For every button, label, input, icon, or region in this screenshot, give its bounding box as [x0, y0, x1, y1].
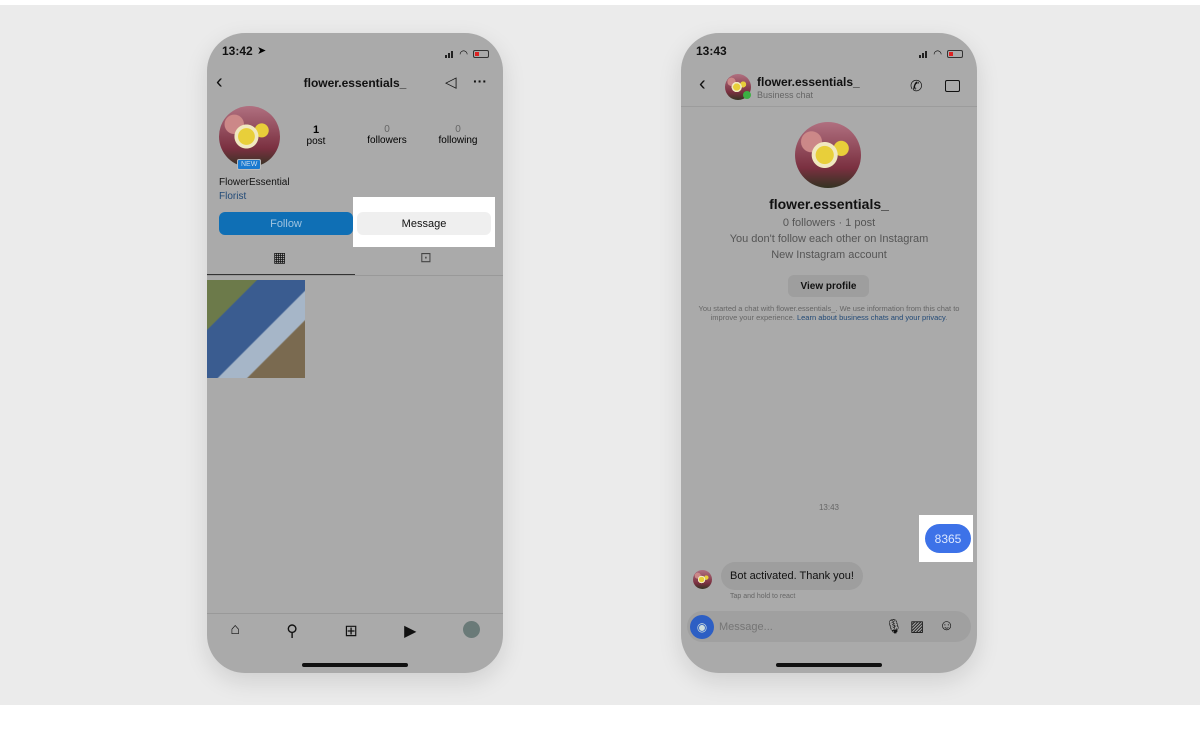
- react-hint: Tap and hold to react: [730, 593, 796, 600]
- received-message-bubble[interactable]: Bot activated. Thank you!: [721, 562, 863, 590]
- follow-button[interactable]: Follow: [219, 212, 353, 235]
- message-button[interactable]: Message: [357, 212, 491, 235]
- stat-followers[interactable]: 0 followers: [341, 124, 433, 147]
- grid-tab-icon[interactable]: ▦: [273, 249, 286, 266]
- account-note: New Instagram account: [771, 249, 887, 261]
- location-icon: ➤: [257, 45, 267, 57]
- status-icons: ◠: [445, 45, 489, 63]
- battery-icon: [947, 50, 963, 58]
- profile-username: flower.essentials_: [303, 76, 407, 90]
- display-name: FlowerEssential: [219, 177, 290, 188]
- send-icon[interactable]: ◁: [445, 73, 457, 91]
- battery-icon: [473, 50, 489, 58]
- nav-divider: [207, 613, 503, 614]
- more-icon[interactable]: ···: [473, 73, 487, 89]
- status-time: 13:43: [696, 44, 727, 58]
- stat-following[interactable]: 0 following: [433, 124, 483, 147]
- chat-subtitle: Business chat: [757, 90, 814, 100]
- privacy-link[interactable]: Learn about business chats and your priv…: [797, 313, 945, 322]
- home-indicator: [302, 663, 408, 667]
- back-icon[interactable]: ‹: [699, 73, 706, 96]
- follow-note: You don't follow each other on Instagram: [729, 233, 929, 245]
- status-icons: ◠: [919, 45, 963, 63]
- stat-posts[interactable]: 1 post: [291, 124, 341, 147]
- chat-username[interactable]: flower.essentials_: [757, 75, 860, 89]
- profile-stats: 1 post 0 followers 0 following: [291, 124, 503, 147]
- wifi-icon: ◠: [933, 48, 942, 60]
- gallery-icon[interactable]: ▨: [910, 617, 924, 635]
- disclaimer: You started a chat with flower.essential…: [698, 304, 960, 322]
- view-profile-button[interactable]: View profile: [788, 275, 869, 297]
- profile-info: 0 followers · 1 post You don't follow ea…: [681, 215, 977, 263]
- divider: [207, 275, 503, 276]
- camera-icon[interactable]: ◉: [690, 615, 714, 639]
- profile-avatar[interactable]: [219, 106, 280, 167]
- video-icon[interactable]: [945, 80, 960, 92]
- search-icon[interactable]: ⚲: [286, 621, 298, 641]
- header-divider: [681, 106, 977, 107]
- tagged-tab-icon[interactable]: ⊡: [420, 249, 432, 266]
- category-label: Florist: [219, 191, 247, 202]
- signal-icon: [919, 45, 928, 63]
- bottom-nav: ⌂ ⚲ ⊞ ▶: [207, 621, 503, 641]
- reels-icon[interactable]: ▶: [404, 621, 416, 641]
- sender-avatar: [693, 570, 712, 589]
- profile-stats: 0 followers · 1 post: [782, 217, 876, 229]
- create-icon[interactable]: ⊞: [344, 621, 357, 641]
- wifi-icon: ◠: [459, 48, 468, 60]
- chat-profile-name: flower.essentials_: [769, 196, 889, 212]
- chat-timestamp: 13:43: [818, 503, 840, 512]
- message-input[interactable]: [719, 618, 869, 636]
- status-time: 13:42: [222, 44, 253, 58]
- sent-message-bubble[interactable]: 8365: [925, 524, 971, 553]
- home-icon[interactable]: ⌂: [230, 621, 240, 641]
- profile-screen: 13:42 ➤ ◠ ‹ flower.essentials_ ◁ ··· NEW…: [207, 33, 503, 673]
- post-thumbnail[interactable]: [207, 280, 305, 378]
- phone-icon[interactable]: ✆: [910, 77, 923, 95]
- home-indicator: [776, 663, 882, 667]
- microphone-icon[interactable]: 🎙: [885, 618, 903, 635]
- online-indicator: [743, 91, 751, 99]
- profile-nav-avatar[interactable]: [462, 621, 480, 638]
- background: [0, 5, 1200, 705]
- signal-icon: [445, 45, 454, 63]
- sticker-icon[interactable]: ☺: [939, 617, 954, 634]
- chat-screen: 13:43 ◠ ‹ flower.essentials_ Business ch…: [681, 33, 977, 673]
- chat-profile-avatar[interactable]: [795, 122, 861, 188]
- new-badge: NEW: [237, 159, 262, 170]
